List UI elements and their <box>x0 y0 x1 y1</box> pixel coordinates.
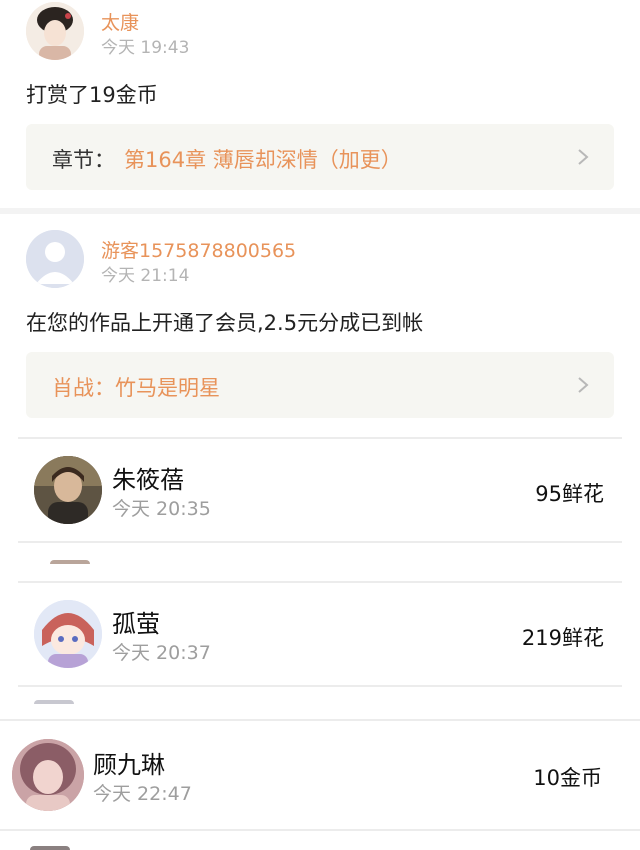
message-text: 在您的作品上开通了会员,2.5元分成已到帐 <box>26 311 424 335</box>
chevron-right-icon <box>578 149 589 165</box>
gift-time: 今天 22:47 <box>93 783 192 805</box>
avatar-image <box>26 2 84 60</box>
avatar-peek <box>50 560 90 564</box>
gift-time: 今天 20:35 <box>112 498 211 520</box>
gift-user-name: 顾九琳 <box>93 751 165 779</box>
gift-amount: 219鲜花 <box>521 626 604 650</box>
message-time: 今天 19:43 <box>101 38 190 58</box>
section-divider <box>0 208 640 214</box>
chapter-label: 章节： <box>52 148 115 172</box>
avatar-peek <box>30 846 70 850</box>
avatar-peek <box>34 700 74 704</box>
gift-user-name: 朱筱蓓 <box>112 466 184 494</box>
divider <box>18 685 622 687</box>
avatar[interactable] <box>34 456 102 524</box>
message-user-name[interactable]: 游客1575878800565 <box>101 236 296 263</box>
message-time: 今天 21:14 <box>101 266 190 286</box>
divider <box>0 719 640 721</box>
avatar-image <box>34 456 102 524</box>
book-link[interactable]: 肖战：竹马是明星 <box>26 352 614 418</box>
avatar-image <box>34 600 102 668</box>
avatar-image <box>12 739 84 811</box>
divider <box>18 541 622 543</box>
gift-amount: 10金币 <box>533 766 602 790</box>
gift-user-name: 孤萤 <box>112 610 160 638</box>
divider <box>18 581 622 583</box>
divider <box>18 437 622 439</box>
divider <box>0 829 640 831</box>
default-avatar-icon[interactable] <box>26 230 84 288</box>
chapter-title: 第164章 薄唇却深情（加更） <box>124 148 402 172</box>
avatar[interactable] <box>34 600 102 668</box>
chapter-link[interactable]: 章节： 第164章 薄唇却深情（加更） <box>26 124 614 190</box>
gift-amount: 95鲜花 <box>535 482 604 506</box>
avatar[interactable] <box>12 739 84 811</box>
gift-time: 今天 20:37 <box>112 642 211 664</box>
book-title: 肖战：竹马是明星 <box>52 376 220 400</box>
chevron-right-icon <box>578 377 589 393</box>
avatar[interactable] <box>26 2 84 60</box>
message-user-name[interactable]: 太康 <box>101 8 139 35</box>
message-text: 打赏了19金币 <box>26 83 158 107</box>
